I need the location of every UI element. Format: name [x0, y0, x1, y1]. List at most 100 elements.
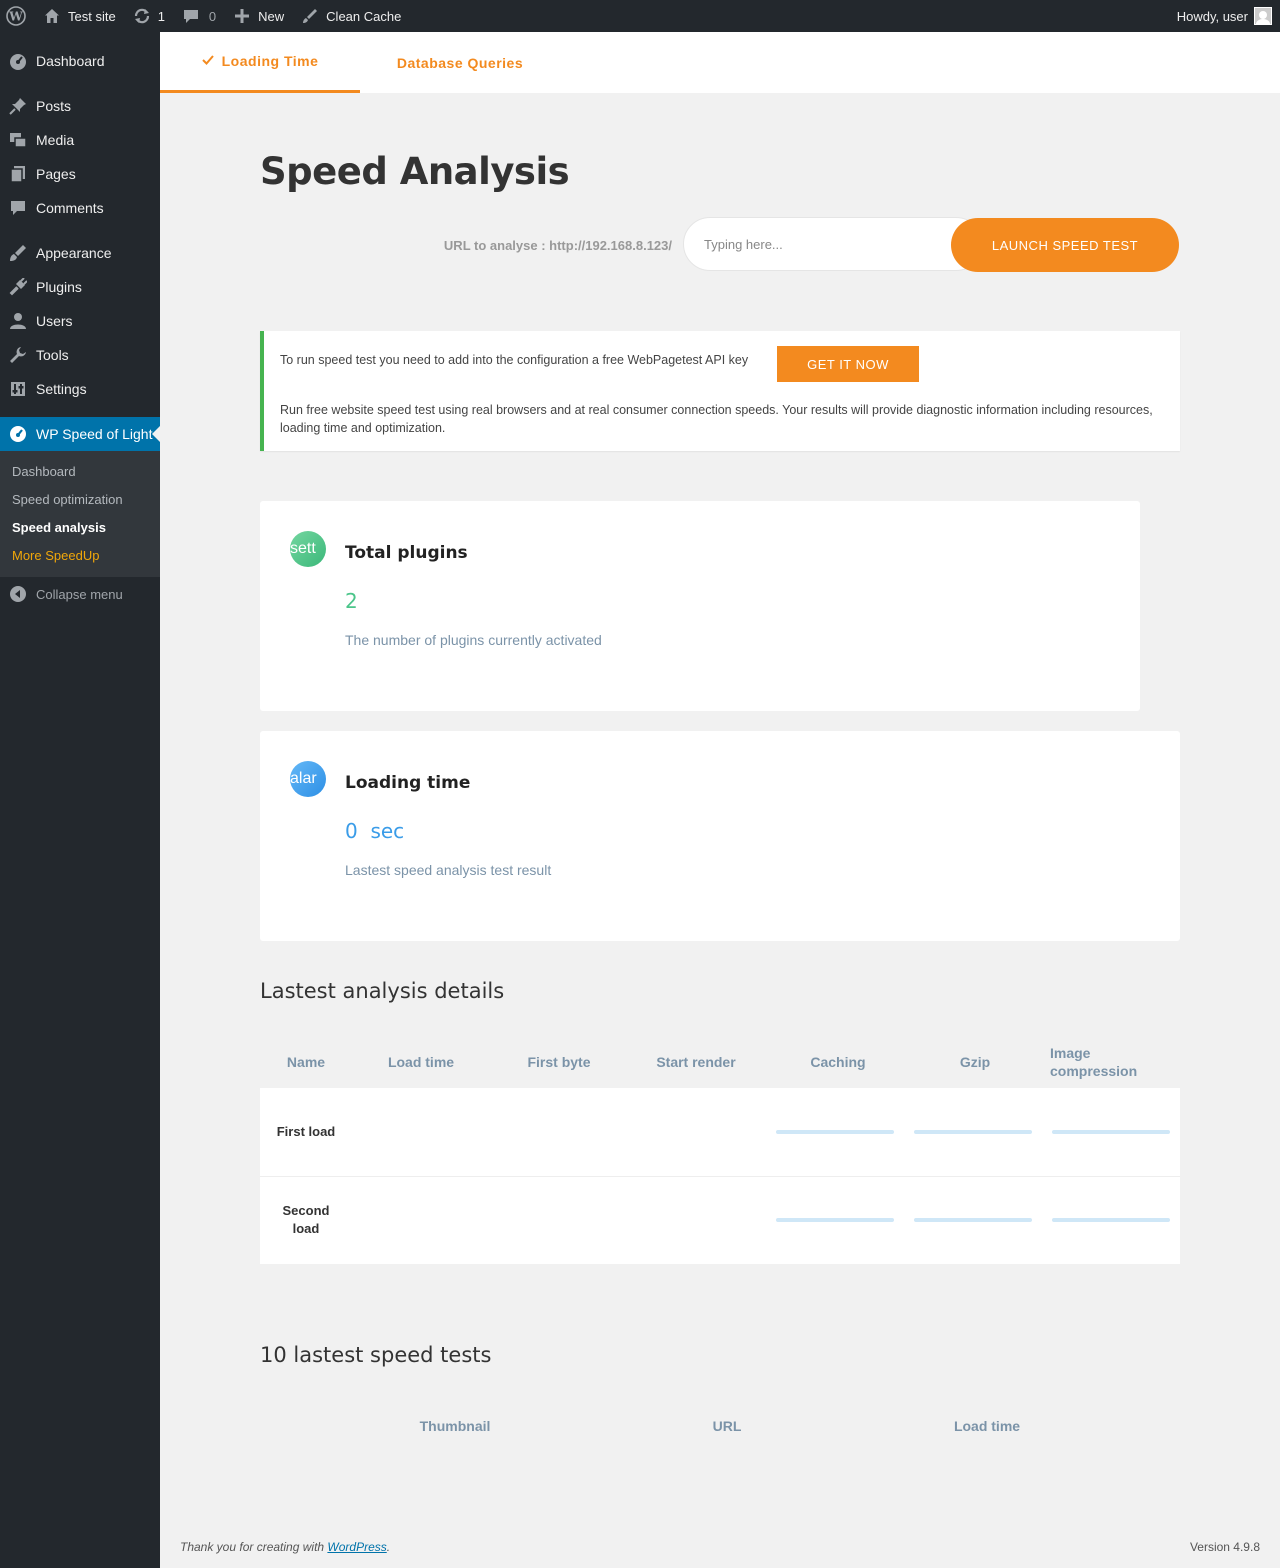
sidebar-item-label: Comments: [36, 200, 104, 216]
launch-speed-test-button[interactable]: LAUNCH SPEED TEST: [951, 218, 1179, 272]
sidebar-item-comments[interactable]: Comments: [0, 191, 160, 225]
latest-tests-title: 10 lastest speed tests: [260, 1343, 492, 1367]
clean-cache-link[interactable]: Clean Cache: [292, 0, 409, 32]
column-header-thumbnail: Thumbnail: [419, 1418, 491, 1434]
row-divider: [260, 1176, 1180, 1177]
checkmark-icon: [201, 53, 214, 69]
comments-count: 0: [208, 8, 217, 24]
sidebar-item-label: Appearance: [36, 245, 112, 261]
column-header-url: URL: [712, 1418, 742, 1434]
sidebar-item-label: Tools: [36, 347, 69, 363]
paintbrush-icon: [8, 243, 28, 263]
sidebar-item-appearance[interactable]: Appearance: [0, 236, 160, 270]
clean-cache-label: Clean Cache: [326, 8, 402, 24]
collapse-icon: [8, 584, 28, 604]
sidebar-item-settings[interactable]: Settings: [0, 372, 160, 406]
settings-icon: sett: [290, 531, 326, 567]
sidebar-item-label: Users: [36, 313, 73, 329]
submenu-item-speed-analysis[interactable]: Speed analysis: [0, 514, 160, 542]
gzip-bar: [914, 1218, 1032, 1222]
wordpress-logo-icon: W: [6, 6, 26, 26]
sidebar-item-label: Dashboard: [36, 53, 105, 69]
pin-icon: [8, 96, 28, 116]
tab-loading-time[interactable]: Loading Time: [160, 32, 360, 93]
analysis-details-title: Lastest analysis details: [260, 979, 505, 1003]
get-it-now-button[interactable]: GET IT NOW: [777, 346, 919, 382]
site-name-link[interactable]: Test site: [34, 0, 124, 32]
sidebar-submenu: Dashboard Speed optimization Speed analy…: [0, 451, 160, 577]
card-title: Total plugins: [345, 543, 468, 563]
refresh-icon: [132, 6, 152, 26]
submenu-item-dashboard[interactable]: Dashboard: [0, 458, 160, 486]
loading-time-value: 0 sec: [345, 819, 404, 843]
card-description: The number of plugins currently activate…: [345, 632, 602, 648]
column-header-start-render: Start render: [656, 1054, 736, 1070]
collapse-menu-label: Collapse menu: [36, 586, 123, 602]
loading-time-number: 0: [345, 819, 358, 843]
sidebar-item-label: Posts: [36, 98, 72, 114]
column-header-first-byte: First byte: [527, 1054, 591, 1070]
sidebar-item-label: Plugins: [36, 279, 82, 295]
comments-icon: [8, 198, 28, 218]
admin-sidebar: Dashboard Posts Media Pages Comments App…: [0, 32, 160, 1568]
collapse-menu-button[interactable]: Collapse menu: [0, 577, 160, 611]
caching-bar: [776, 1218, 894, 1222]
new-content-link[interactable]: New: [224, 0, 292, 32]
sidebar-item-posts[interactable]: Posts: [0, 89, 160, 123]
plugins-count: 2: [345, 589, 358, 613]
submenu-item-speed-optimization[interactable]: Speed optimization: [0, 486, 160, 514]
new-label: New: [258, 8, 285, 24]
image-compression-bar: [1052, 1218, 1170, 1222]
plug-icon: [8, 277, 28, 297]
sidebar-item-users[interactable]: Users: [0, 304, 160, 338]
wrench-icon: [8, 345, 28, 365]
card-title: Loading time: [345, 773, 471, 793]
sidebar-item-media[interactable]: Media: [0, 123, 160, 157]
row-name: Second load: [282, 1203, 330, 1236]
total-plugins-card: sett Total plugins 2 The number of plugi…: [260, 501, 1140, 711]
footer-version: Version 4.9.8: [1189, 1540, 1260, 1554]
user-icon: [8, 311, 28, 331]
image-compression-bar: [1052, 1130, 1170, 1134]
url-input[interactable]: [683, 217, 983, 271]
sidebar-item-label: Settings: [36, 381, 87, 397]
brush-icon: [300, 6, 320, 26]
wordpress-logo-button[interactable]: W: [0, 0, 34, 32]
updates-count: 1: [157, 8, 165, 24]
howdy-text: Howdy, user: [1176, 8, 1248, 24]
loading-time-unit: sec: [370, 819, 405, 843]
sidebar-item-label: Media: [36, 132, 75, 148]
media-icon: [8, 130, 28, 150]
url-to-analyse-label: URL to analyse : http://192.168.8.123/: [443, 238, 672, 253]
submenu-item-more-speedup[interactable]: More SpeedUp: [0, 542, 160, 570]
sidebar-item-pages[interactable]: Pages: [0, 157, 160, 191]
sidebar-item-plugins[interactable]: Plugins: [0, 270, 160, 304]
column-header-load-time: Load time: [387, 1054, 455, 1070]
home-icon: [42, 6, 62, 26]
row-name: First load: [276, 1124, 336, 1139]
gzip-bar: [914, 1130, 1032, 1134]
sidebar-item-wp-speed-of-light[interactable]: WP Speed of Light: [0, 417, 160, 451]
tab-database-queries[interactable]: Database Queries: [360, 32, 560, 93]
comments-link[interactable]: 0: [173, 0, 224, 32]
column-header-load-time: Load time: [953, 1418, 1021, 1434]
wordpress-link[interactable]: WordPress: [327, 1540, 386, 1554]
analysis-details-table: First load Second load: [260, 1088, 1180, 1264]
svg-text:W: W: [8, 10, 23, 24]
speedometer-icon: [8, 424, 28, 444]
column-header-image-compression: Image compression: [1050, 1045, 1138, 1079]
footer-thanks: Thank you for creating with WordPress.: [180, 1540, 391, 1554]
tab-label: Database Queries: [396, 54, 524, 71]
updates-link[interactable]: 1: [124, 0, 173, 32]
column-header-name: Name: [286, 1054, 326, 1070]
sidebar-item-tools[interactable]: Tools: [0, 338, 160, 372]
alarm-icon: alar: [290, 761, 326, 797]
pages-icon: [8, 164, 28, 184]
admin-bar: W Test site 1 0 New Clean Cache Howdy, u…: [0, 0, 1280, 32]
sidebar-item-dashboard[interactable]: Dashboard: [0, 44, 160, 78]
loading-time-card: alar Loading time 0 sec Lastest speed an…: [260, 731, 1180, 941]
api-key-notice: To run speed test you need to add into t…: [260, 331, 1180, 451]
plus-icon: [232, 6, 252, 26]
my-account-link[interactable]: Howdy, user: [1169, 0, 1280, 32]
site-name: Test site: [68, 8, 116, 24]
